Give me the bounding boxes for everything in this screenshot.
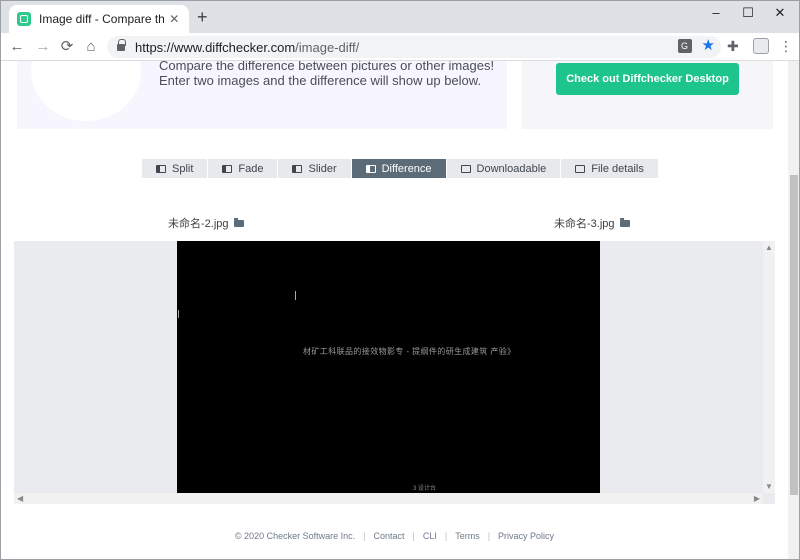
download-icon (460, 164, 471, 173)
footer-link-contact[interactable]: Contact (365, 531, 412, 541)
page-content: Compare the difference between pictures … (1, 61, 799, 559)
diff-footer-text: 3 设计台 (413, 486, 437, 492)
menu-icon[interactable]: ⋮ (779, 37, 793, 55)
tab-file-details[interactable]: File details (561, 159, 659, 178)
tab-difference[interactable]: Difference (351, 159, 447, 178)
slider-icon (292, 164, 303, 173)
left-file-name: 未命名-2.jpg (168, 218, 229, 230)
copyright-text: © 2020 Checker Software Inc. (234, 531, 356, 541)
scroll-down-arrow-icon[interactable]: ▼ (765, 482, 773, 491)
right-file-label: 未命名-3.jpg (554, 215, 630, 231)
page-footer: © 2020 Checker Software Inc. | Contact | CLI… (1, 531, 788, 541)
reload-button[interactable]: ⟳ (57, 37, 77, 57)
hero-line-2: Enter two images and the difference will… (159, 73, 482, 88)
page-scrollbar[interactable] (788, 61, 799, 559)
home-button[interactable]: ⌂ (81, 37, 101, 57)
split-icon (156, 164, 166, 173)
folder-icon[interactable] (619, 217, 630, 227)
diffchecker-favicon-icon (17, 12, 31, 26)
scroll-left-arrow-icon[interactable]: ◀ (17, 494, 23, 503)
extensions-icon[interactable]: ✚ (727, 38, 739, 55)
difference-icon (365, 164, 376, 173)
tab-downloadable[interactable]: Downloadable (447, 159, 562, 178)
hero-card: Compare the difference between pictures … (17, 61, 507, 129)
translate-icon[interactable]: G (677, 39, 692, 53)
footer-link-terms[interactable]: Terms (447, 531, 488, 541)
scroll-up-arrow-icon[interactable]: ▲ (765, 243, 773, 252)
diff-text-line: 材矿工科联品的接效物影专 - 提纲件的研生成建筑 产验》 (303, 347, 516, 356)
back-button[interactable]: ← (7, 37, 27, 57)
file-details-icon (575, 164, 586, 173)
left-file-label: 未命名-2.jpg (168, 215, 244, 231)
hero-illustration (31, 61, 141, 121)
footer-link-privacy[interactable]: Privacy Policy (490, 531, 562, 541)
viewer-vertical-scrollbar[interactable]: ▲ ▼ (763, 241, 775, 493)
tab-fade[interactable]: Fade (208, 159, 279, 178)
url-text: https://www.diffchecker.com/image-diff/ (135, 39, 360, 55)
browser-toolbar: ← → ⟳ ⌂ https://www.diffchecker.com/imag… (1, 33, 799, 61)
lock-icon[interactable] (117, 38, 126, 52)
close-window-button[interactable]: ✕ (765, 5, 795, 21)
profile-avatar[interactable] (753, 38, 769, 54)
diff-artifact (178, 310, 179, 318)
page-scrollbar-thumb[interactable] (790, 175, 798, 495)
forward-button[interactable]: → (33, 37, 53, 57)
promo-card: Check out Diffchecker Desktop (522, 61, 773, 129)
minimize-button[interactable]: – (701, 5, 731, 20)
browser-tab[interactable]: Image diff - Compare the differ ✕ (9, 5, 189, 33)
view-mode-tabs: Split Fade Slider Difference Downloadabl… (142, 159, 659, 178)
diff-viewer[interactable]: 材矿工科联品的接效物影专 - 提纲件的研生成建筑 产验》 3 设计台 ▲ ▼ ◀… (14, 241, 775, 504)
diff-artifact (295, 291, 296, 300)
bookmark-star-icon[interactable]: ★ (702, 38, 715, 53)
footer-link-cli[interactable]: CLI (415, 531, 445, 541)
tab-split[interactable]: Split (142, 159, 209, 178)
tab-title: Image diff - Compare the differ (39, 12, 164, 26)
address-bar[interactable]: https://www.diffchecker.com/image-diff/ … (107, 36, 721, 58)
hero-description: Compare the difference between pictures … (159, 61, 494, 88)
fade-icon (222, 164, 233, 173)
scroll-right-arrow-icon[interactable]: ▶ (754, 494, 760, 503)
close-tab-icon[interactable]: ✕ (168, 12, 181, 26)
folder-icon[interactable] (233, 217, 244, 227)
tab-strip: Image diff - Compare the differ ✕ + – ☐ … (1, 1, 799, 33)
new-tab-button[interactable]: + (197, 8, 208, 26)
viewer-horizontal-scrollbar[interactable]: ◀ ▶ (14, 493, 763, 504)
hero-line-1: Compare the difference between pictures … (159, 61, 495, 73)
maximize-button[interactable]: ☐ (733, 5, 763, 21)
browser-window: Image diff - Compare the differ ✕ + – ☐ … (0, 0, 800, 560)
tab-slider[interactable]: Slider (278, 159, 352, 178)
diffchecker-desktop-button[interactable]: Check out Diffchecker Desktop (556, 63, 739, 95)
right-file-name: 未命名-3.jpg (554, 218, 615, 230)
difference-image: 材矿工科联品的接效物影专 - 提纲件的研生成建筑 产验》 3 设计台 (177, 241, 600, 493)
